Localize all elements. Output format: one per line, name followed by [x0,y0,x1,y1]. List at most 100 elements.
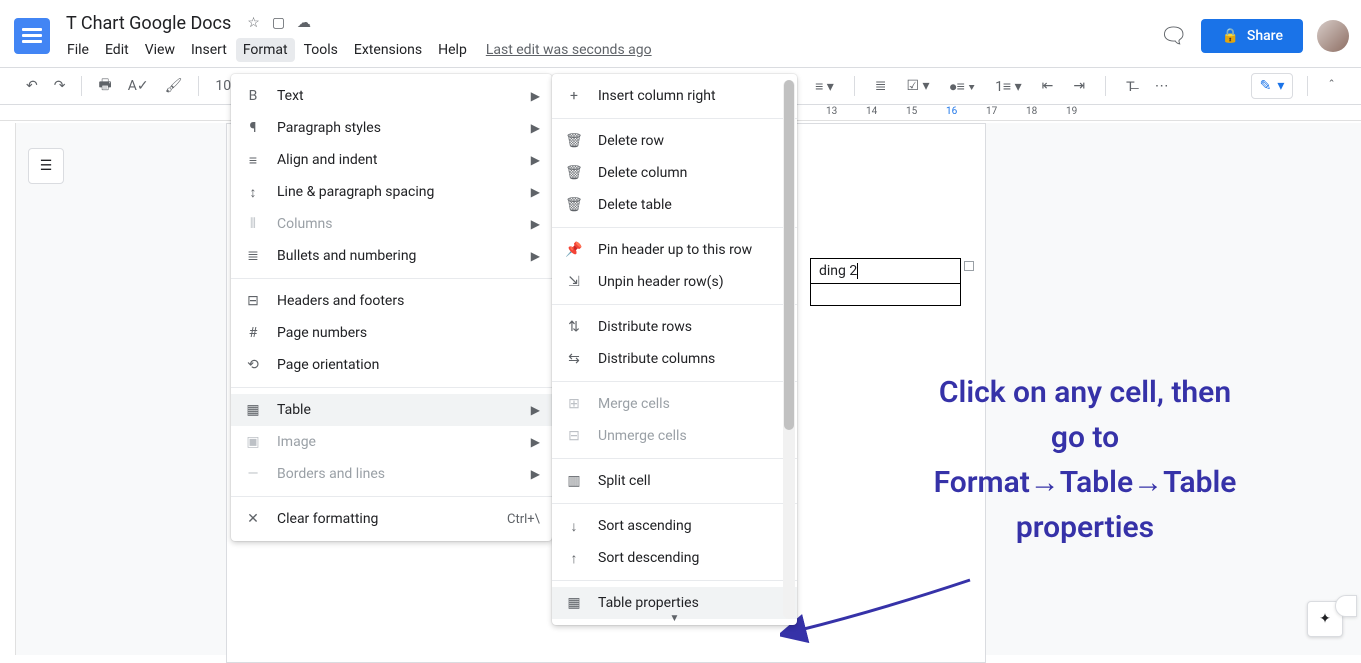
line-spacing-button[interactable]: ≣ [869,74,893,98]
menu-item-label: Table properties [598,595,785,611]
account-avatar[interactable] [1317,20,1349,52]
separator [1105,76,1106,96]
submenu-arrow-icon: ▶ [531,403,540,417]
lock-icon: 🔒 [1221,28,1238,44]
vertical-ruler[interactable] [0,123,16,655]
scrollbar-thumb[interactable] [784,80,794,430]
table-item-delete-table[interactable]: 🗑Delete table [552,189,797,221]
side-panel-toggle[interactable] [1335,595,1357,617]
menu-file[interactable]: File [60,38,96,62]
menu-item-icon: 🗑 [564,133,584,149]
menu-item-label: Columns [277,216,517,232]
menu-item-icon: ⇅ [564,319,584,335]
share-button[interactable]: 🔒 Share [1201,19,1303,53]
document-table[interactable]: ding 2 [810,258,961,306]
table-item-pin-header-up-to-this-row[interactable]: 📌 Pin header up to this row [552,234,797,266]
menu-view[interactable]: View [138,38,182,62]
table-item-unpin-header-row-s-[interactable]: ⇲Unpin header row(s) [552,266,797,298]
bullet-list-button[interactable]: ⦁≡ ▾ [944,74,981,99]
table-item-sort-descending[interactable]: ↑Sort descending [552,542,797,574]
submenu-arrow-icon: ▶ [531,153,540,167]
submenu-scrollbar[interactable] [783,80,795,619]
format-item-paragraph-styles[interactable]: ¶Paragraph styles▶ [231,112,552,144]
table-item-sort-ascending[interactable]: ↓Sort ascending [552,510,797,542]
more-toolbar-button[interactable]: ⋯ [1149,74,1175,98]
menu-format[interactable]: Format [236,38,295,62]
star-icon[interactable]: ☆ [247,15,260,31]
menu-item-icon: 📌 [564,242,584,258]
menu-item-label: Merge cells [598,396,785,412]
menu-separator [552,227,797,228]
menu-item-label: Pin header up to this row [598,242,785,258]
format-item-columns: ⫴Columns▶ [231,208,552,240]
table-item-insert-column-right[interactable]: +Insert column right [552,80,797,112]
table-item-split-cell[interactable]: ▥Split cell [552,465,797,497]
menu-item-label: Bullets and numbering [277,248,517,264]
align-button[interactable]: ≡ ▾ [809,74,840,99]
collapse-toolbar-button[interactable]: ˆ [1322,74,1341,98]
clear-format-button[interactable]: T̶ [1120,74,1141,99]
numbered-list-button[interactable]: 1≡ ▾ [989,74,1028,99]
last-edit-link[interactable]: Last edit was seconds ago [486,42,652,58]
annotation-line: properties [850,505,1320,550]
menu-item-icon: B [243,88,263,104]
table-cell-text[interactable]: ding 2 [819,263,857,279]
annotation-line: go to [850,415,1320,460]
menu-item-icon: ≡ [243,152,263,169]
table-item-delete-column[interactable]: 🗑Delete column [552,157,797,189]
menu-item-icon: ⟲ [243,357,263,373]
submenu-arrow-icon: ▶ [531,89,540,103]
move-icon[interactable]: ▢ [272,15,285,31]
table-handle-icon[interactable] [964,261,974,271]
menu-item-label: Delete column [598,165,785,181]
scroll-down-arrow[interactable]: ▼ [552,611,797,625]
separator [1307,76,1308,96]
ruler-mark: 17 [986,106,997,117]
menu-tools[interactable]: Tools [297,38,345,62]
menu-separator [231,496,552,497]
document-outline-button[interactable]: ☰ [28,148,64,184]
editing-mode-button[interactable]: ✎ ▾ [1251,73,1294,99]
annotation-line: Format→Table→Table [850,460,1320,505]
redo-button[interactable]: ↷ [48,74,72,98]
share-label: Share [1247,28,1283,44]
docs-logo[interactable] [12,16,52,56]
menu-extensions[interactable]: Extensions [347,38,429,62]
table-item-distribute-rows[interactable]: ⇅Distribute rows [552,311,797,343]
menu-insert[interactable]: Insert [184,38,234,62]
document-title[interactable]: T Chart Google Docs [60,11,237,36]
format-item-table[interactable]: ▦Table▶ [231,394,552,426]
comments-icon[interactable]: 🗨 [1160,24,1188,49]
format-item-clear-formatting[interactable]: ✕Clear formattingCtrl+\ [231,503,552,535]
menu-edit[interactable]: Edit [98,38,136,62]
menu-item-icon: ↕︎ [243,184,263,201]
table-item-delete-row[interactable]: 🗑Delete row [552,125,797,157]
table-item-distribute-columns[interactable]: ⇆Distribute columns [552,343,797,375]
undo-button[interactable]: ↶ [20,74,44,98]
menu-separator [231,278,552,279]
submenu-arrow-icon: ▶ [531,435,540,449]
format-item-align-and-indent[interactable]: ≡Align and indent▶ [231,144,552,176]
spellcheck-button[interactable]: A✓ [122,74,155,98]
format-item-text[interactable]: BText▶ [231,80,552,112]
cloud-status-icon[interactable]: ☁ [297,15,311,31]
menu-item-label: Unmerge cells [598,428,785,444]
indent-button[interactable]: ⇥ [1067,74,1091,98]
submenu-arrow-icon: ▶ [531,217,540,231]
menu-item-label: Image [277,434,517,450]
menu-item-shortcut: Ctrl+\ [507,512,540,527]
format-item-bullets-and-numbering[interactable]: ≣Bullets and numbering▶ [231,240,552,272]
format-item-page-orientation[interactable]: ⟲Page orientation [231,349,552,381]
print-button[interactable]: 🖶 [92,70,117,102]
format-item-headers-and-footers[interactable]: ⊟Headers and footers [231,285,552,317]
menu-item-icon: ✕ [243,511,263,527]
checklist-button[interactable]: ☑ ▾ [901,74,936,98]
menu-item-label: Borders and lines [277,466,517,482]
format-item-line-paragraph-spacing[interactable]: ↕︎Line & paragraph spacing▶ [231,176,552,208]
format-item-image: ▣Image▶ [231,426,552,458]
outdent-button[interactable]: ⇤ [1036,74,1060,98]
paint-format-button[interactable]: 🖌 [159,74,189,98]
menu-help[interactable]: Help [431,38,474,62]
format-item-page-numbers[interactable]: #Page numbers [231,317,552,349]
menu-separator [552,118,797,119]
